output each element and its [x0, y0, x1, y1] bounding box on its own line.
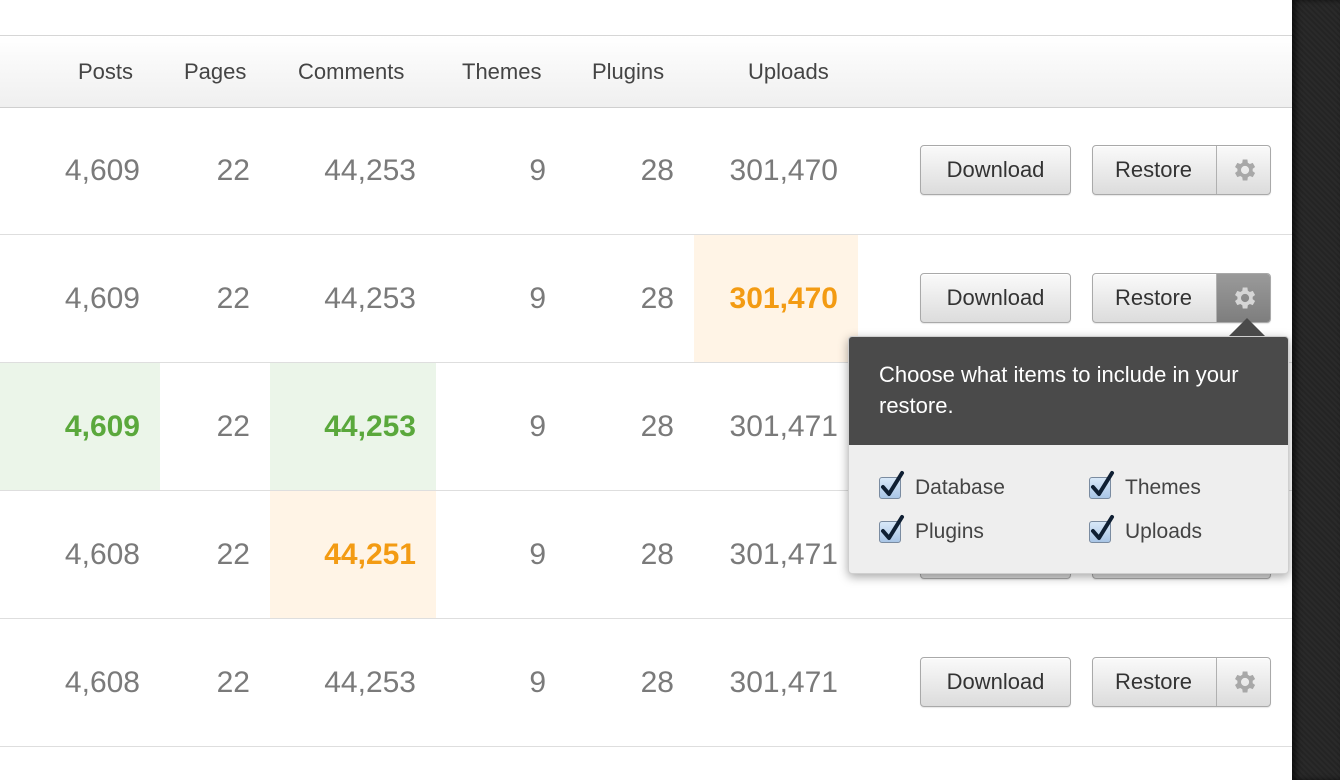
restore-label: Restore	[1115, 285, 1193, 310]
restore-button[interactable]: Restore	[1092, 273, 1271, 323]
restore-label: Restore	[1115, 669, 1193, 694]
checkmark-icon	[881, 515, 904, 540]
checkmark-icon	[1091, 471, 1114, 496]
cell-posts: 4,608	[64, 538, 140, 571]
cell-uploads-changed: 301,470	[694, 235, 858, 362]
uploads-checkbox[interactable]	[1089, 515, 1114, 543]
restore-button[interactable]: Restore	[1092, 657, 1271, 707]
option-label: Themes	[1125, 476, 1201, 499]
cell-themes: 9	[529, 282, 546, 315]
cell-plugins: 28	[640, 282, 674, 315]
table-header: Posts Pages Comments Themes Plugins Uplo…	[0, 35, 1292, 108]
option-label: Uploads	[1125, 520, 1203, 543]
cell-pages: 22	[216, 666, 250, 699]
plugins-checkbox[interactable]	[879, 515, 904, 543]
cell-plugins: 28	[640, 410, 674, 443]
option-label: Plugins	[915, 520, 984, 543]
download-button[interactable]: Download	[920, 657, 1071, 707]
cell-uploads: 301,471	[729, 410, 838, 443]
cell-comments: 44,253	[324, 666, 416, 699]
gear-icon	[1234, 671, 1255, 693]
cell-comments: 44,253	[324, 282, 416, 315]
cell-themes: 9	[529, 410, 546, 443]
cell-posts-changed: 4,609	[0, 363, 160, 490]
cell-pages: 22	[216, 410, 250, 443]
checkmark-icon	[1091, 515, 1114, 540]
cell-posts: 4,609	[64, 154, 140, 187]
restore-options-popover: Choose what items to include in your res…	[848, 336, 1289, 574]
popover-arrow	[1229, 318, 1265, 336]
themes-checkbox[interactable]	[1089, 471, 1114, 499]
cell-pages: 22	[216, 282, 250, 315]
column-header-comments: Comments	[298, 59, 405, 84]
cell-comments-changed: 44,251	[270, 491, 436, 618]
cell-themes: 9	[529, 538, 546, 571]
cell-uploads: 301,471	[729, 666, 838, 699]
gear-icon	[1234, 159, 1255, 181]
table-row: 4,609 22 44,253 9 28 301,470 Download Re…	[0, 107, 1292, 235]
popover-message: Choose what items to include in your res…	[849, 337, 1288, 445]
option-label: Database	[915, 476, 1005, 499]
cell-pages: 22	[216, 538, 250, 571]
table-row: 4,608 22 44,253 9 28 301,471 Download Re…	[0, 619, 1292, 747]
restore-options-button[interactable]	[1216, 658, 1270, 706]
cell-plugins: 28	[640, 538, 674, 571]
cell-themes: 9	[529, 154, 546, 187]
database-checkbox[interactable]	[879, 471, 904, 499]
column-header-pages: Pages	[184, 59, 247, 84]
download-button[interactable]: Download	[920, 273, 1071, 323]
option-themes[interactable]: Themes	[1089, 471, 1201, 503]
download-button[interactable]: Download	[920, 145, 1071, 195]
option-plugins[interactable]: Plugins	[879, 515, 984, 547]
gear-icon	[1234, 287, 1255, 309]
cell-comments: 44,253	[324, 154, 416, 187]
column-header-uploads: Uploads	[748, 59, 829, 84]
cell-uploads: 301,470	[729, 154, 838, 187]
dark-background-edge	[1292, 0, 1340, 780]
column-header-posts: Posts	[78, 59, 134, 84]
restore-options-button[interactable]	[1216, 274, 1270, 322]
restore-options-list: Database Themes Plugins Uploads	[849, 445, 1288, 573]
option-database[interactable]: Database	[879, 471, 1005, 503]
restore-button[interactable]: Restore	[1092, 145, 1271, 195]
cell-themes: 9	[529, 666, 546, 699]
cell-plugins: 28	[640, 666, 674, 699]
column-header-plugins: Plugins	[592, 59, 665, 84]
cell-posts: 4,608	[64, 666, 140, 699]
restore-options-button[interactable]	[1216, 146, 1270, 194]
restore-label: Restore	[1115, 157, 1193, 182]
column-header-themes: Themes	[462, 59, 542, 84]
cell-pages: 22	[216, 154, 250, 187]
cell-plugins: 28	[640, 154, 674, 187]
cell-comments-changed: 44,253	[270, 363, 436, 490]
cell-uploads: 301,471	[729, 538, 838, 571]
option-uploads[interactable]: Uploads	[1089, 515, 1203, 547]
cell-posts: 4,609	[64, 282, 140, 315]
checkmark-icon	[881, 471, 904, 496]
